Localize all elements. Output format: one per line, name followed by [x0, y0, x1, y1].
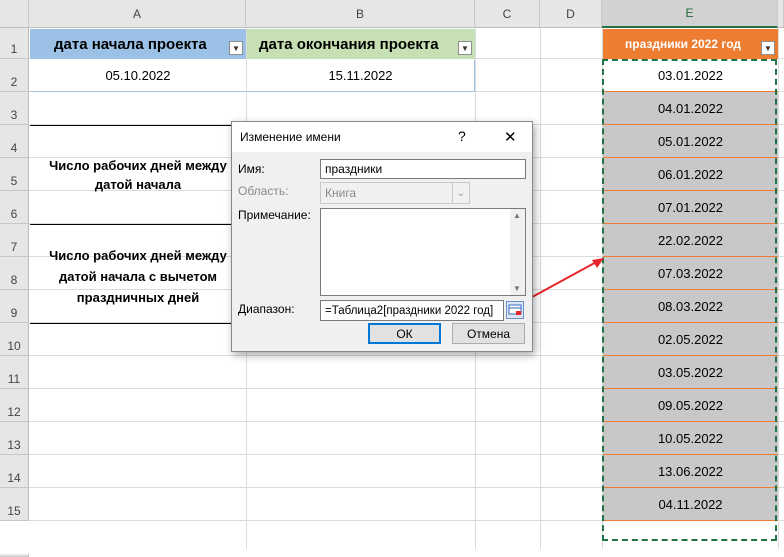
- close-icon[interactable]: ✕: [504, 128, 517, 146]
- row-header-5[interactable]: 5: [0, 158, 29, 191]
- scope-label: Область:: [238, 184, 289, 198]
- cell-a2[interactable]: 05.10.2022: [30, 60, 246, 92]
- row-header-15[interactable]: 15: [0, 488, 29, 521]
- name-label: Имя:: [238, 162, 265, 176]
- copy-marquee: [602, 59, 777, 541]
- row-header-9[interactable]: 9: [0, 290, 29, 323]
- header-end-text: дата окончания проекта: [259, 35, 439, 53]
- comment-scrollbar[interactable]: [510, 209, 525, 295]
- label-workdays-holidays[interactable]: Число рабочих дней между датой начала с …: [30, 244, 246, 308]
- dialog-title: Изменение имени: [240, 130, 341, 144]
- filter-dropdown-icon[interactable]: ▼: [229, 41, 243, 55]
- border-line: [30, 125, 246, 126]
- table1-header-start[interactable]: дата начала проекта: [30, 29, 246, 59]
- comment-label: Примечание:: [238, 208, 311, 222]
- range-input[interactable]: =Таблица2[праздники 2022 год]: [320, 300, 504, 321]
- row-header-2[interactable]: 2: [0, 59, 29, 92]
- edit-name-dialog: Изменение имени ? ✕ Имя: праздники Облас…: [231, 121, 533, 352]
- chevron-down-icon: ⌄: [452, 183, 469, 203]
- name-input[interactable]: праздники: [320, 159, 526, 179]
- border-line: [30, 224, 246, 225]
- column-header-c[interactable]: C: [475, 0, 540, 28]
- help-button[interactable]: ?: [458, 128, 466, 144]
- row-header-7[interactable]: 7: [0, 224, 29, 257]
- label-workdays[interactable]: Число рабочих дней между датой начала: [30, 150, 246, 200]
- range-label: Диапазон:: [238, 302, 295, 316]
- filter-dropdown-icon[interactable]: ▼: [761, 41, 775, 55]
- row-header-8[interactable]: 8: [0, 257, 29, 290]
- scope-select: Книга: [320, 182, 470, 204]
- row-header-14[interactable]: 14: [0, 455, 29, 488]
- column-header-d[interactable]: D: [540, 0, 602, 28]
- ok-button[interactable]: ОК: [368, 323, 441, 344]
- filter-dropdown-icon[interactable]: ▼: [458, 41, 472, 55]
- scroll-up-icon[interactable]: ▲: [513, 211, 521, 220]
- select-all-corner[interactable]: [0, 0, 29, 28]
- table2-header[interactable]: праздники 2022 год: [603, 29, 778, 59]
- row-header-11[interactable]: 11: [0, 356, 29, 389]
- row-header-13[interactable]: 13: [0, 422, 29, 455]
- row-header-1[interactable]: 1: [0, 28, 29, 59]
- row-header-4[interactable]: 4: [0, 125, 29, 158]
- column-header-e[interactable]: E: [602, 0, 778, 28]
- table2-header-text: праздники 2022 год: [625, 37, 741, 51]
- row-header-10[interactable]: 10: [0, 323, 29, 356]
- scroll-down-icon[interactable]: ▼: [513, 284, 521, 293]
- collapse-dialog-icon[interactable]: [506, 301, 524, 319]
- row-header-3[interactable]: 3: [0, 92, 29, 125]
- comment-textarea[interactable]: [320, 208, 526, 296]
- column-header-f-partial[interactable]: [778, 0, 784, 28]
- scope-value: Книга: [325, 186, 357, 200]
- column-header-a[interactable]: A: [29, 0, 246, 28]
- cell-b2[interactable]: 15.11.2022: [247, 60, 475, 92]
- border-line: [30, 323, 246, 324]
- row-header-12[interactable]: 12: [0, 389, 29, 422]
- header-start-text: дата начала проекта: [54, 35, 207, 53]
- table1-header-end[interactable]: дата окончания проекта: [247, 29, 475, 59]
- cancel-button[interactable]: Отмена: [452, 323, 525, 344]
- column-header-b[interactable]: B: [246, 0, 475, 28]
- row-header-6[interactable]: 6: [0, 191, 29, 224]
